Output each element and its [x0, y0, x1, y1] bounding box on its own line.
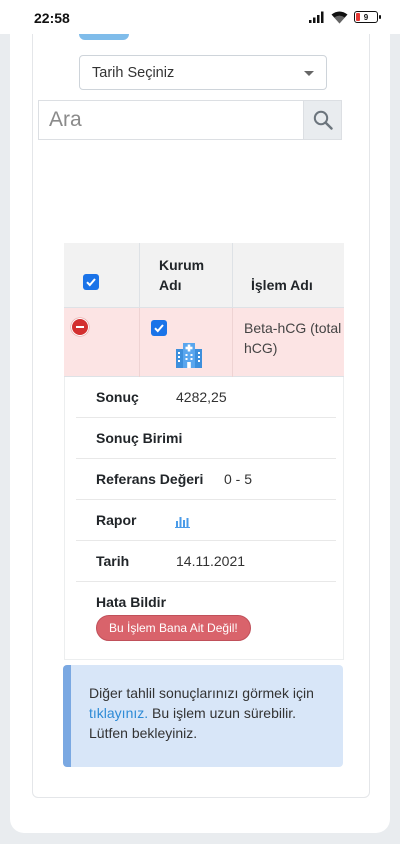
battery-level: 9: [363, 12, 369, 22]
table-row[interactable]: Beta-hCG (total hCG): [64, 308, 344, 377]
date-label: Tarih: [96, 553, 130, 569]
info-alert: Diğer tahlil sonuçlarınızı görmek için t…: [63, 665, 343, 767]
page-card: Tarih Seçiniz Kurum Adı İşlem Adı: [10, 34, 390, 833]
chevron-down-icon: [304, 71, 314, 76]
minus-circle-icon: [76, 326, 84, 328]
info-link[interactable]: tıklayınız.: [89, 705, 148, 721]
search-icon: [313, 110, 333, 130]
search-input[interactable]: [38, 100, 303, 140]
select-all-checkbox[interactable]: [83, 274, 99, 290]
checkbox-icon: [86, 278, 96, 287]
reference-value: 0 - 5: [224, 471, 253, 487]
header-institution-label: Kurum Adı: [159, 257, 205, 293]
status-icons: 9: [309, 10, 381, 24]
not-mine-button[interactable]: Bu İşlem Bana Ait Değil!: [96, 615, 251, 641]
header-process-label: İşlem Adı: [251, 277, 313, 293]
info-text-before: Diğer tahlil sonuçlarınızı görmek için: [89, 685, 314, 701]
detail-row-reference: Referans Değeri 0 - 5: [76, 459, 336, 500]
result-value: 4282,25: [176, 389, 227, 405]
detail-row-unit: Sonuç Birimi: [76, 418, 336, 459]
date-value: 14.11.2021: [176, 553, 246, 569]
detail-row-result: Sonuç 4282,25: [76, 377, 336, 418]
battery-icon: 9: [354, 11, 381, 23]
report-error-label: Hata Bildir: [96, 594, 167, 610]
reference-label: Referans Değeri: [96, 471, 204, 487]
header-select-cell: [64, 243, 140, 308]
row-institution-cell: [140, 308, 233, 377]
status-time: 22:58: [34, 10, 70, 26]
status-bar: 22:58 9: [0, 0, 400, 34]
bar-chart-icon[interactable]: [175, 513, 191, 528]
row-toggle-cell: [64, 308, 140, 377]
row-checkbox[interactable]: [151, 320, 167, 336]
search-button[interactable]: [303, 100, 342, 140]
process-name: Beta-hCG (total hCG): [244, 320, 342, 356]
detail-row-date: Tarih 14.11.2021: [76, 541, 336, 582]
header-process: İşlem Adı: [233, 243, 344, 308]
wifi-icon: [331, 11, 348, 23]
top-button-edge[interactable]: [79, 34, 129, 40]
collapse-row-button[interactable]: [71, 318, 89, 336]
checkbox-icon: [154, 324, 164, 333]
date-select-label: Tarih Seçiniz: [92, 64, 175, 81]
unit-label: Sonuç Birimi: [96, 430, 183, 446]
hospital-icon: [176, 343, 202, 368]
table-header: Kurum Adı İşlem Adı: [64, 243, 344, 308]
signal-icon: [309, 11, 324, 23]
report-label: Rapor: [96, 512, 137, 528]
result-label: Sonuç: [96, 389, 139, 405]
date-select[interactable]: Tarih Seçiniz: [79, 55, 327, 90]
detail-row-report: Rapor: [76, 500, 336, 541]
search-bar: [38, 100, 342, 140]
header-institution: Kurum Adı: [140, 243, 233, 308]
